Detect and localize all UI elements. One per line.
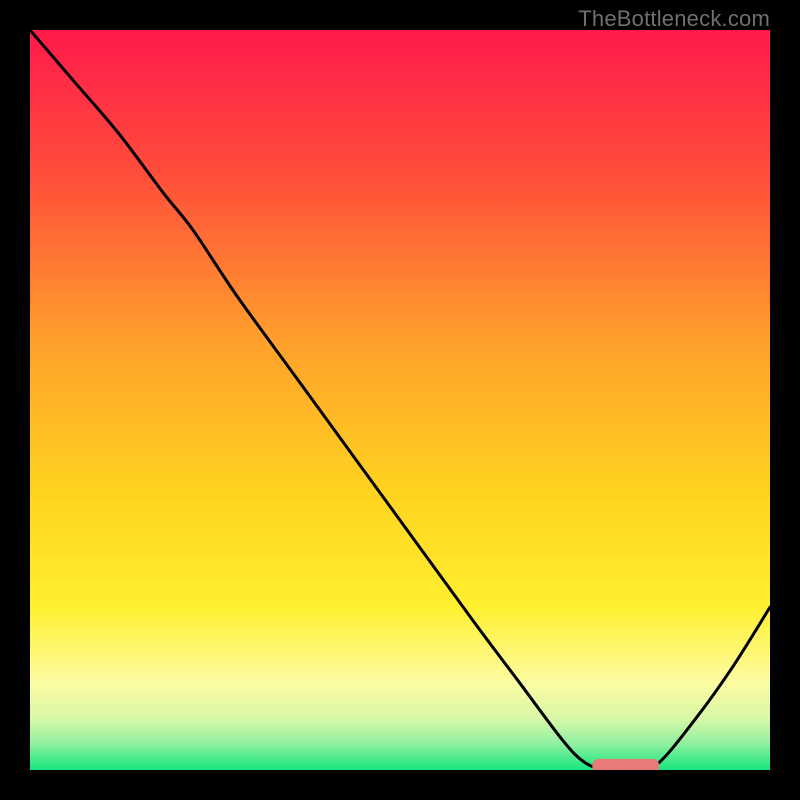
chart-frame [30, 30, 770, 770]
optimal-marker [592, 759, 659, 770]
watermark-text: TheBottleneck.com [578, 6, 770, 32]
bottleneck-chart [30, 30, 770, 770]
gradient-background [30, 30, 770, 770]
